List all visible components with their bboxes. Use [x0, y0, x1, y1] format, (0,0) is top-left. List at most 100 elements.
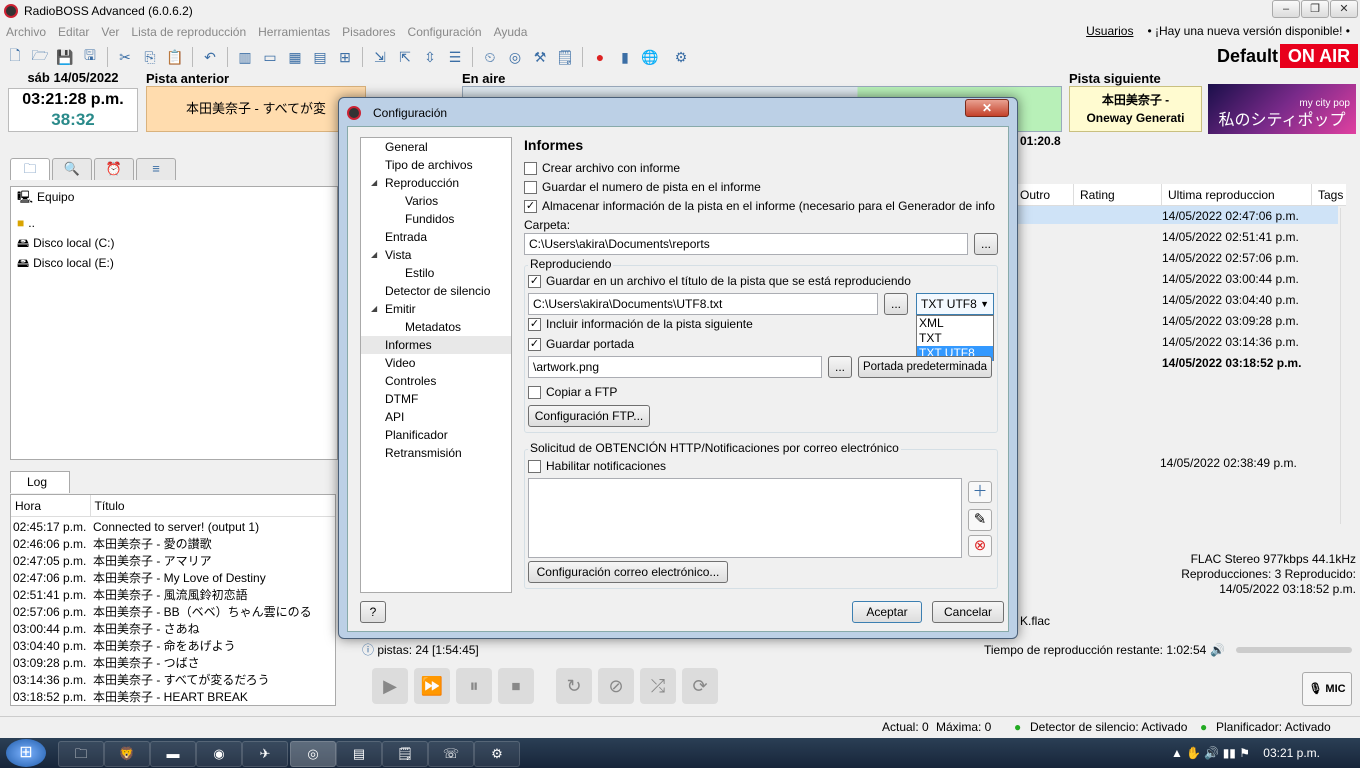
minimize-button[interactable]: – [1272, 0, 1300, 18]
insert-icon[interactable]: ⇲ [369, 46, 391, 68]
carpeta-input[interactable]: C:\Users\akira\Documents\reports [524, 233, 968, 255]
menu-item[interactable]: Ayuda [494, 25, 528, 39]
last-played-cell[interactable]: 14/05/2022 03:04:40 p.m. [1160, 290, 1340, 311]
log-row[interactable]: 03:09:28 p.m. 本田美奈子 - つばさ [11, 655, 335, 672]
folder-tab-icon[interactable]: 🗀 [10, 158, 50, 180]
col-tags[interactable]: Tags [1312, 184, 1346, 205]
nav-item[interactable]: Fundidos [361, 210, 511, 228]
portada-predeterminada-button[interactable]: Portada predeterminada [858, 356, 992, 378]
checkbox-checked[interactable]: ✓ [528, 274, 541, 288]
mixer-tab-icon[interactable]: ≡ [136, 158, 176, 180]
col-last-played[interactable]: Ultima reproduccion [1162, 184, 1312, 205]
log-col-hora[interactable]: Hora [11, 495, 91, 516]
layout-full-icon[interactable]: ▭ [259, 46, 281, 68]
checkbox[interactable] [528, 385, 541, 399]
volume-icon[interactable]: 🔊 [1210, 640, 1225, 660]
last-played-cell[interactable]: 14/05/2022 02:51:41 p.m. [1160, 227, 1340, 248]
nav-item[interactable]: Entrada [361, 228, 511, 246]
layout-split-icon[interactable]: ▤ [309, 46, 331, 68]
cb-incluir-siguiente[interactable]: ✓ Incluir información de la pista siguien… [528, 317, 753, 331]
checkbox[interactable] [524, 161, 537, 175]
carpeta-browse-button[interactable]: ... [974, 233, 998, 255]
terminal-task-icon[interactable]: ▬ [150, 741, 196, 767]
taskbar-clock[interactable]: 03:21 p.m. [1263, 740, 1320, 766]
log-row[interactable]: 02:46:06 p.m. 本田美奈子 - 愛の讃歌 [11, 536, 335, 553]
save-as-icon[interactable]: 🖫 [79, 46, 101, 68]
dialog-close-button[interactable]: ✕ [965, 99, 1009, 117]
last-played-cell[interactable]: 14/05/2022 03:14:36 p.m. [1160, 332, 1340, 353]
mic-button[interactable]: 🎙 MIC [1302, 672, 1352, 706]
shuffle-icon[interactable]: ⤮ [640, 668, 676, 704]
email-config-button[interactable]: Configuración correo electrónico... [528, 561, 728, 583]
checkbox-checked[interactable]: ✓ [524, 199, 537, 213]
explorer-task-icon[interactable]: 🗀 [58, 741, 104, 767]
tools-icon[interactable]: ⚒ [529, 46, 551, 68]
next-track[interactable]: 本田美奈子 - Oneway Generati [1069, 86, 1202, 132]
log-row[interactable]: 03:04:40 p.m. 本田美奈子 - 命をあげよう [11, 638, 335, 655]
save-icon[interactable]: 💾 [54, 46, 76, 68]
radioboss-task-icon[interactable]: ◎ [290, 741, 336, 767]
log-row[interactable]: 02:45:17 p.m. Connected to server! (outpu… [11, 519, 335, 536]
whatsapp-task-icon[interactable]: ☏ [428, 741, 474, 767]
volume-slider[interactable] [1236, 647, 1352, 653]
checkbox[interactable] [528, 459, 541, 473]
update-notice[interactable]: • ¡Hay una nueva versión disponible! • [1147, 24, 1350, 38]
nav-item[interactable]: Detector de silencio [361, 282, 511, 300]
format-option-txt[interactable]: TXT [917, 331, 993, 346]
last-played-cell[interactable]: 14/05/2022 03:18:52 p.m. [1160, 353, 1340, 374]
schedule-tab-icon[interactable]: ⏰ [94, 158, 134, 180]
tree-item-disk-e[interactable]: 🖴 Disco local (E:) [11, 253, 337, 273]
menu-item[interactable]: Ver [101, 25, 119, 39]
cb-copiar-ftp[interactable]: Copiar a FTP [528, 385, 617, 399]
cb-guardar-titulo[interactable]: ✓ Guardar en un archivo el título de la p… [528, 274, 911, 288]
last-played-cell[interactable]: 14/05/2022 03:09:28 p.m. [1160, 311, 1340, 332]
notepad-task-icon[interactable]: 🗒 [382, 741, 428, 767]
log-row[interactable]: 02:47:05 p.m. 本田美奈子 - アマリア [11, 553, 335, 570]
nav-item[interactable]: Video [361, 354, 511, 372]
playlist-scrollbar[interactable] [1340, 208, 1352, 524]
log-row[interactable]: 02:51:41 p.m. 本田美奈子 - 風流風鈴初恋語 [11, 587, 335, 604]
paste-icon[interactable]: 📋 [164, 46, 186, 68]
log-col-titulo[interactable]: Título [91, 495, 335, 516]
log-tab[interactable]: Log [10, 471, 70, 493]
insert-after-icon[interactable]: ⇳ [419, 46, 441, 68]
prev-track[interactable]: 本田美奈子 - すべてが変 [146, 86, 366, 132]
log-row[interactable]: 03:14:36 p.m. 本田美奈子 - すべてが変るだろう [11, 672, 335, 689]
nav-item[interactable]: API [361, 408, 511, 426]
last-played-cell[interactable]: 14/05/2022 03:00:44 p.m. [1160, 269, 1340, 290]
tree-root[interactable]: 🖳 Equipo [11, 187, 337, 207]
col-outro[interactable]: Outro [1014, 184, 1074, 205]
maximize-button[interactable]: ❐ [1301, 0, 1329, 18]
telegram-task-icon[interactable]: ✈ [242, 741, 288, 767]
log-row[interactable]: 02:47:06 p.m. 本田美奈子 - My Love of Destiny [11, 570, 335, 587]
stop-icon[interactable]: ⏹ [498, 668, 534, 704]
cb-habilitar-notificaciones[interactable]: Habilitar notificaciones [528, 459, 666, 473]
expand-arrow-icon[interactable]: ◢ [371, 246, 377, 264]
cb-guardar-portada[interactable]: ✓ Guardar portada [528, 337, 634, 351]
last-played-cell[interactable]: 14/05/2022 02:47:06 p.m. [1160, 206, 1340, 227]
format-select[interactable]: TXT UTF8 ▼ [916, 293, 994, 315]
undo-icon[interactable]: ↶ [199, 46, 221, 68]
close-button[interactable]: ✕ [1330, 0, 1358, 18]
menu-item[interactable]: Lista de reproducción [131, 25, 246, 39]
start-button-icon[interactable]: ⊞ [6, 739, 46, 767]
users-link[interactable]: Usuarios [1086, 24, 1133, 38]
last-played-cell[interactable]: 14/05/2022 02:57:06 p.m. [1160, 248, 1340, 269]
disable-icon[interactable]: ⊘ [598, 668, 634, 704]
layout-left-icon[interactable]: ▥ [234, 46, 256, 68]
cb-numero-pista[interactable]: Guardar el numero de pista en el informe [524, 180, 761, 194]
ftp-config-button[interactable]: Configuración FTP... [528, 405, 650, 427]
edit-icon[interactable]: ✎ [968, 509, 992, 531]
cut-icon[interactable]: ✂ [114, 46, 136, 68]
menu-item[interactable]: Pisadores [342, 25, 395, 39]
cb-almacenar-info[interactable]: ✓ Almacenar información de la pista en el… [524, 199, 995, 213]
nav-item[interactable]: Planificador [361, 426, 511, 444]
notifications-list[interactable] [528, 478, 962, 558]
nav-item[interactable]: ◢ Reproducción [361, 174, 511, 192]
stats-icon[interactable]: ▮ [614, 46, 636, 68]
nav-item[interactable]: Estilo [361, 264, 511, 282]
tray-icons[interactable]: ▲ ✋ 🔊 ▮▮ ⚑ [1171, 746, 1250, 760]
format-option-xml[interactable]: XML [917, 316, 993, 331]
chrome-task-icon[interactable]: ◉ [196, 741, 242, 767]
nav-item[interactable]: DTMF [361, 390, 511, 408]
